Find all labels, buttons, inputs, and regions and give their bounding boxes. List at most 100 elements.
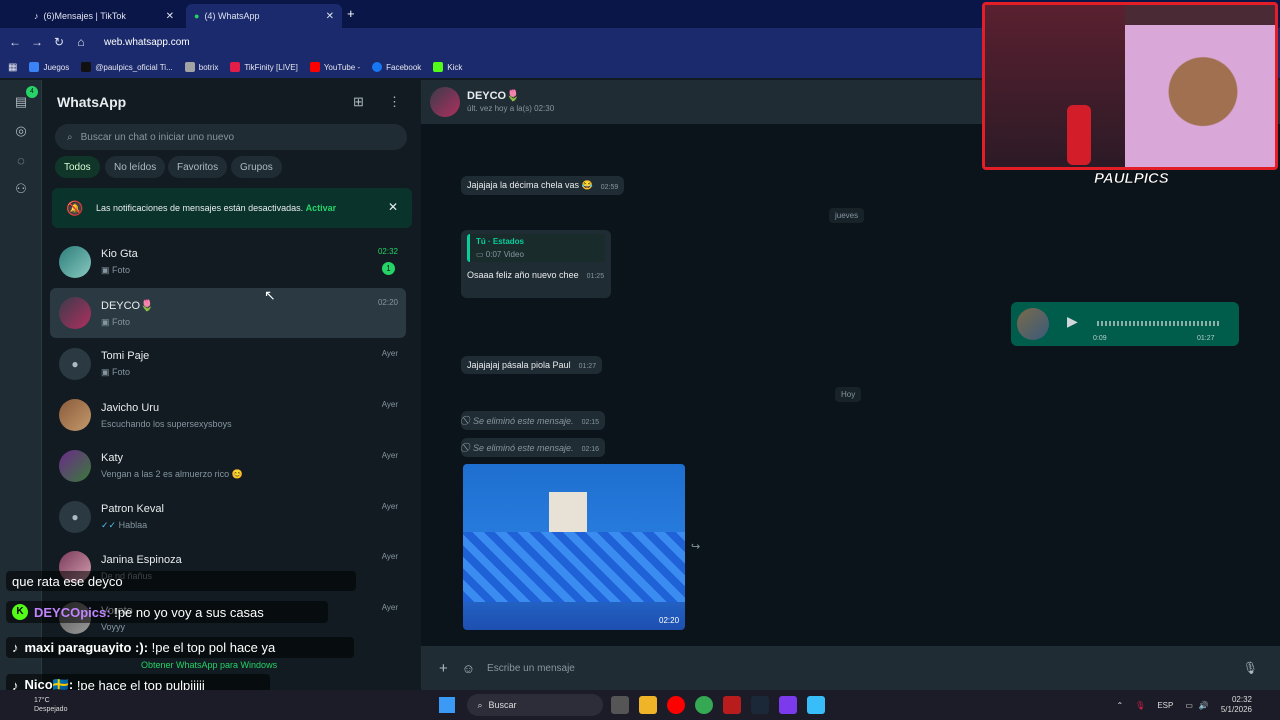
status-icon[interactable]: ◎	[11, 121, 31, 141]
microphone-icon[interactable]: 🎙	[1135, 701, 1145, 710]
search-icon: ⌕	[477, 699, 483, 710]
network-icon[interactable]: ▭	[1185, 701, 1193, 710]
whatsapp-icon: ●	[194, 11, 200, 21]
chat-item[interactable]: ● Patron Keval ✓✓ Hablaa Ayer	[50, 492, 406, 542]
start-icon[interactable]	[439, 697, 456, 713]
file-explorer-icon[interactable]	[639, 696, 658, 714]
bell-off-icon: 🔕	[66, 200, 84, 216]
bookmark-kick[interactable]: Kick	[433, 62, 462, 72]
reload-icon[interactable]: ↻	[48, 35, 70, 49]
filter-grupos[interactable]: Grupos	[231, 156, 282, 178]
stream-comment: K DEYCOpics: !pe no yo voy a sus casas	[6, 601, 328, 623]
composer-bar: + ☺ Escribe un mensaje 🎙	[421, 646, 1280, 690]
stream-comment: que rata ese deyco	[6, 571, 356, 591]
app-title: WhatsApp	[57, 94, 127, 110]
voicemeeter-icon[interactable]	[723, 696, 742, 714]
voice-time: 01:27	[1197, 335, 1215, 342]
notifications-banner: 🔕 Las notificaciones de mensajes están d…	[52, 188, 412, 228]
poster-image	[549, 492, 587, 532]
filter-favoritos[interactable]: Favoritos	[168, 156, 228, 178]
close-tab-icon[interactable]: ✕	[326, 11, 334, 22]
bookmark-facebook[interactable]: Facebook	[372, 62, 421, 72]
app-icon[interactable]	[779, 696, 798, 714]
emoji-icon[interactable]: ☺	[462, 661, 475, 676]
forward-icon[interactable]: ↪	[691, 540, 700, 553]
weather-widget[interactable]: 17°C Despejado	[34, 696, 67, 714]
deleted-message: ⃠Se eliminó este mensaje.02:15	[461, 411, 606, 430]
notepad-icon[interactable]	[807, 696, 826, 714]
chevron-up-icon[interactable]: ⌃	[1116, 701, 1123, 710]
tab-tiktok[interactable]: ♪ (6)Mensajes | TikTok ✕	[26, 4, 182, 28]
whatsapp-nav-rail: ▤ 4 ◎ ◌ ⚇	[0, 80, 42, 690]
default-avatar-icon: ●	[59, 348, 91, 380]
forward-icon[interactable]: →	[26, 35, 48, 49]
taskbar-search[interactable]: ⌕ Buscar	[467, 694, 604, 716]
close-tab-icon[interactable]: ✕	[166, 11, 174, 22]
youtube-app-icon[interactable]	[667, 696, 686, 714]
filter-no-leidos[interactable]: No leídos	[105, 156, 166, 178]
tab-whatsapp[interactable]: ● (4) WhatsApp ✕	[186, 4, 342, 28]
last-seen: últ. vez hoy a la(s) 02:30	[467, 104, 555, 113]
bookmark-botrix[interactable]: botrix	[184, 62, 218, 72]
new-chat-icon[interactable]: ⊞	[353, 94, 364, 110]
url-field[interactable]: web.whatsapp.com	[104, 37, 190, 48]
bookmark-juegos[interactable]: Juegos	[29, 62, 69, 72]
steam-icon[interactable]	[751, 696, 770, 714]
incoming-message: Jajajaja la décima chela vas 😂 02:59	[461, 176, 625, 195]
photo-icon: ▣	[101, 367, 113, 377]
double-check-icon: ✓✓	[101, 520, 119, 530]
message-input[interactable]: Escribe un mensaje	[487, 663, 1243, 674]
avatar	[59, 246, 91, 278]
activate-link[interactable]: Activar	[306, 203, 337, 213]
bookmark-tiktok[interactable]: @paulpics_oficial Ti...	[81, 62, 173, 72]
chrome-icon[interactable]	[695, 696, 714, 714]
contact-avatar[interactable]	[430, 87, 460, 117]
voice-waveform[interactable]	[1097, 321, 1221, 326]
bookmark-tikfinity[interactable]: TikFinity [LIVE]	[230, 62, 298, 72]
language-indicator[interactable]: ESP	[1157, 701, 1173, 710]
tikfinity-icon	[230, 62, 241, 72]
microphone-image	[1067, 105, 1091, 165]
avatar	[59, 450, 91, 482]
stream-comment: ♪ maxi paraguayito :): !pe el top pol ha…	[6, 637, 354, 658]
avatar	[59, 399, 91, 431]
chat-item[interactable]: Kio Gta ▣ Foto 02:32 1	[50, 237, 406, 287]
voice-message: ▶ 0:09 01:27	[1011, 302, 1239, 346]
incoming-message: Jajajajaj pásala piola Paul 01:27	[461, 356, 603, 374]
bookmark-youtube[interactable]: YouTube -	[309, 62, 360, 72]
close-icon[interactable]: ✕	[388, 200, 398, 214]
search-input[interactable]: ⌕ Buscar un chat o iniciar uno nuevo	[55, 124, 407, 150]
new-tab-button[interactable]: +	[347, 6, 355, 21]
clock[interactable]: 02:32 5/1/2026	[1221, 695, 1252, 715]
microphone-icon[interactable]: 🎙	[1243, 661, 1258, 675]
voice-duration: 0:09	[1093, 335, 1107, 342]
search-icon: ⌕	[67, 131, 73, 143]
filter-todos[interactable]: Todos	[55, 156, 100, 178]
youtube-icon	[309, 62, 320, 72]
chat-item[interactable]: ● Tomi Paje ▣ Foto Ayer	[50, 339, 406, 389]
task-view-icon[interactable]	[611, 696, 630, 714]
avatar	[59, 297, 91, 329]
back-icon[interactable]: ←	[4, 35, 26, 49]
chat-item[interactable]: Katy Vengan a las 2 es almuerzo rico 😊 Ay…	[50, 441, 406, 491]
apps-icon[interactable]: ▦	[8, 62, 17, 73]
chat-item[interactable]: Javicho Uru Escuchando los supersexysboys…	[50, 390, 406, 440]
communities-icon[interactable]: ⚇	[11, 179, 31, 199]
play-icon[interactable]: ▶	[1067, 313, 1078, 330]
bed-image	[463, 532, 685, 602]
chat-item-selected[interactable]: DEYCO🌷 ▣ Foto 02:20	[50, 288, 406, 338]
home-icon[interactable]: ⌂	[70, 35, 92, 49]
get-app-link[interactable]: Obtener WhatsApp para Windows	[141, 660, 277, 670]
menu-icon[interactable]: ⋮	[388, 94, 401, 110]
default-avatar-icon: ●	[59, 501, 91, 533]
photo-message[interactable]: 02:20	[463, 464, 685, 630]
channels-icon[interactable]: ◌	[11, 151, 31, 171]
attach-plus-icon[interactable]: +	[439, 660, 448, 677]
date-separator: Hoy	[835, 387, 862, 402]
chat-list-sidebar: WhatsApp ⊞ ⋮ ⌕ Buscar un chat o iniciar …	[43, 80, 420, 690]
kick-icon	[433, 62, 444, 72]
volume-icon[interactable]: 🔊	[1199, 701, 1209, 710]
deleted-message: ⃠Se eliminó este mensaje.02:16	[461, 438, 606, 457]
date-separator: jueves	[829, 208, 865, 223]
brand-logo: PAULPICS	[1094, 170, 1169, 188]
